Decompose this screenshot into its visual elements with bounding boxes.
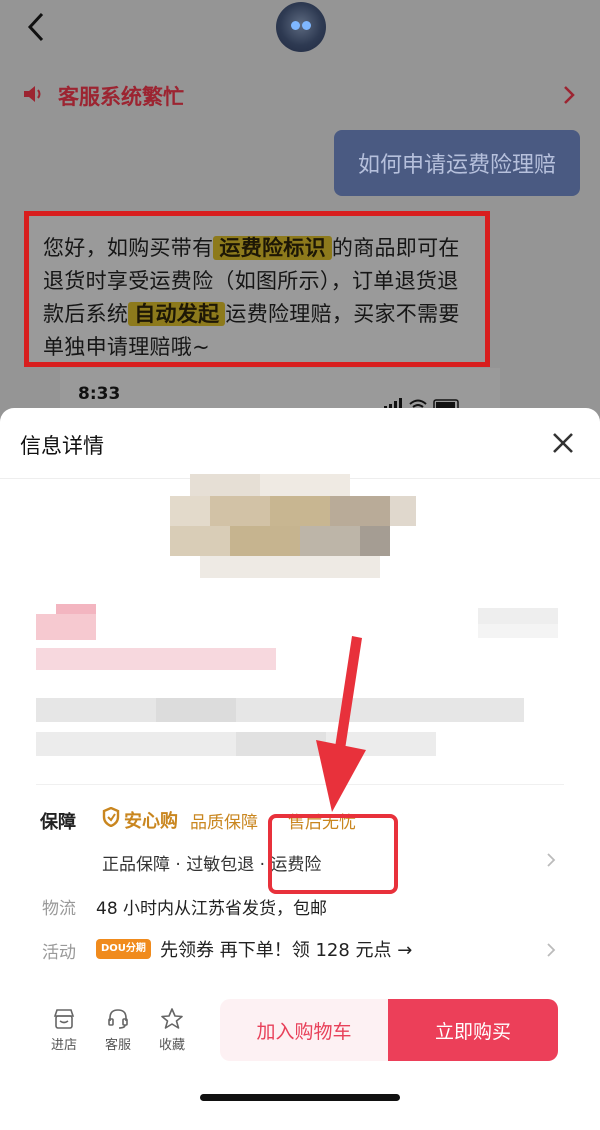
promo-label: 活动 xyxy=(42,943,76,963)
shipping-text: 48 小时内从江苏省发货，包邮 xyxy=(96,899,328,919)
quality-guarantee: 品质保障 xyxy=(190,813,258,833)
favorite-button[interactable]: 收藏 xyxy=(152,1007,192,1053)
speaker-icon xyxy=(24,86,41,102)
annotation-highlight-box xyxy=(268,814,398,894)
close-icon[interactable] xyxy=(552,432,574,454)
annotation-arrow xyxy=(316,636,366,812)
store-button[interactable]: 进店 xyxy=(44,1007,84,1053)
notice-bar[interactable]: 客服系统繁忙 xyxy=(0,74,600,116)
back-arrow-icon[interactable] xyxy=(22,10,52,44)
headset-icon xyxy=(108,1009,128,1029)
dou-installment-badge: DOU分期 xyxy=(96,939,151,959)
favorite-label: 收藏 xyxy=(158,1038,185,1053)
agent-reply-text: 您好，如购买带有 运费险标识 的商品即可在退货时享受运费险（如图所示），订单退货退款… xyxy=(43,236,460,359)
user-message-bubble: 如何申请运费险理赔 xyxy=(334,130,580,196)
blurred-price xyxy=(36,604,286,674)
home-indicator xyxy=(200,1094,400,1101)
blurred-sales xyxy=(478,608,558,642)
store-icon xyxy=(53,1009,75,1029)
customer-service-button[interactable]: 客服 xyxy=(98,1007,138,1053)
highlight-auto-initiate: 自动发起 xyxy=(128,302,226,326)
sheet-title: 信息详情 xyxy=(20,434,104,458)
inner-status-time: 8:33 xyxy=(78,384,121,404)
chevron-right-icon[interactable] xyxy=(562,84,576,106)
bottom-action-bar: 进店 客服 收藏 加入购物车 立即购买 xyxy=(0,993,600,1073)
chat-background: 客服系统繁忙 如何申请运费险理赔 您好，如购买带有 运费险标识 的商品即可在退货时享… xyxy=(0,0,600,428)
blurred-product-title xyxy=(36,698,524,764)
anxin-badge: 安心购 xyxy=(124,811,178,832)
info-detail-sheet: 信息详情 保障 安心购 品质保障 售后无忧 正品保障 · 过敏包退 · 运费险 … xyxy=(0,408,600,1130)
agent-reply-bubble: 您好，如购买带有 运费险标识 的商品即可在退货时享受运费险（如图所示），订单退货退款… xyxy=(24,211,490,367)
service-label: 客服 xyxy=(104,1038,131,1053)
store-label: 进店 xyxy=(50,1038,77,1053)
shield-icon xyxy=(102,807,120,827)
add-to-cart-button[interactable]: 加入购物车 xyxy=(220,999,388,1061)
highlight-shipping-insurance-mark: 运费险标识 xyxy=(213,236,332,260)
chevron-right-icon[interactable] xyxy=(546,942,556,958)
shipping-label: 物流 xyxy=(42,899,76,919)
promo-text[interactable]: 先领券 再下单！领 128 元点 → xyxy=(160,936,412,962)
blurred-product-image xyxy=(170,474,420,584)
buy-now-button[interactable]: 立即购买 xyxy=(388,999,558,1061)
guarantee-label: 保障 xyxy=(40,812,76,833)
star-icon xyxy=(161,1008,183,1029)
notice-text: 客服系统繁忙 xyxy=(58,85,184,109)
bot-avatar xyxy=(276,2,326,52)
chevron-right-icon[interactable] xyxy=(546,852,556,868)
